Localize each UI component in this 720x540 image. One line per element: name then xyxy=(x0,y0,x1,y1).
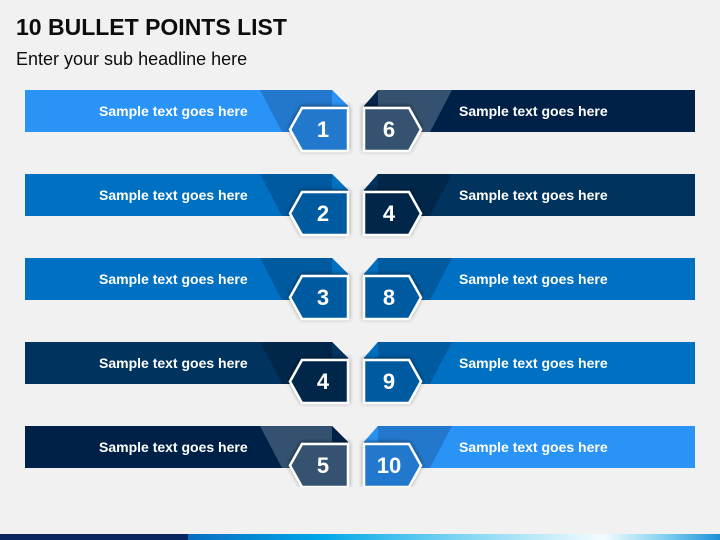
bullet-text: Sample text goes here xyxy=(459,355,608,371)
bullet-item-left[interactable]: Sample text goes here 3 xyxy=(25,258,365,328)
bar-corner-fold xyxy=(364,426,378,442)
bullet-number: 6 xyxy=(382,117,396,142)
bullet-item-left[interactable]: Sample text goes here 4 xyxy=(25,342,365,412)
bullet-text: Sample text goes here xyxy=(459,271,608,287)
bullet-text: Sample text goes here xyxy=(459,439,608,455)
bar-corner-fold xyxy=(364,174,378,190)
bullet-list: Sample text goes here 1 Sample text goes… xyxy=(0,0,720,487)
bullet-number: 2 xyxy=(316,201,330,226)
bar-corner-fold xyxy=(332,258,348,274)
bullet-item-left[interactable]: Sample text goes here 1 xyxy=(25,90,365,160)
bullet-item-right[interactable]: Sample text goes here 6 xyxy=(362,90,704,160)
bullet-number: 5 xyxy=(316,453,330,478)
bullet-item-right[interactable]: Sample text goes here 9 xyxy=(362,342,704,412)
bar-corner-fold xyxy=(332,426,348,442)
bullet-number: 9 xyxy=(382,369,396,394)
bullet-number: 4 xyxy=(316,369,330,394)
strip-gradient-segment xyxy=(188,534,720,540)
bar-corner-fold xyxy=(332,174,348,190)
bullet-text: Sample text goes here xyxy=(459,103,608,119)
bar-corner-fold xyxy=(332,342,348,358)
bullet-item-right[interactable]: Sample text goes here 10 xyxy=(362,426,704,487)
bullet-text: Sample text goes here xyxy=(99,271,248,287)
bullet-item-left[interactable]: Sample text goes here 5 xyxy=(25,426,365,487)
bar-corner-fold xyxy=(364,258,378,274)
bottom-accent-strip xyxy=(0,534,720,540)
bullet-number: 3 xyxy=(316,285,330,310)
bullet-number: 1 xyxy=(316,117,330,142)
bullet-number: 4 xyxy=(382,201,396,226)
bar-corner-fold xyxy=(332,90,348,106)
strip-dark-segment xyxy=(0,534,188,540)
bullet-number: 8 xyxy=(382,285,396,310)
bullet-text: Sample text goes here xyxy=(99,103,248,119)
bullet-item-right[interactable]: Sample text goes here 4 xyxy=(362,174,704,244)
bar-corner-fold xyxy=(364,342,378,358)
bullet-text: Sample text goes here xyxy=(99,355,248,371)
bullet-item-left[interactable]: Sample text goes here 2 xyxy=(25,174,365,244)
bullet-text: Sample text goes here xyxy=(99,439,248,455)
bullet-item-right[interactable]: Sample text goes here 8 xyxy=(362,258,704,328)
bar-corner-fold xyxy=(364,90,378,106)
bullet-text: Sample text goes here xyxy=(99,187,248,203)
bullet-number: 10 xyxy=(376,453,402,478)
bullet-text: Sample text goes here xyxy=(459,187,608,203)
